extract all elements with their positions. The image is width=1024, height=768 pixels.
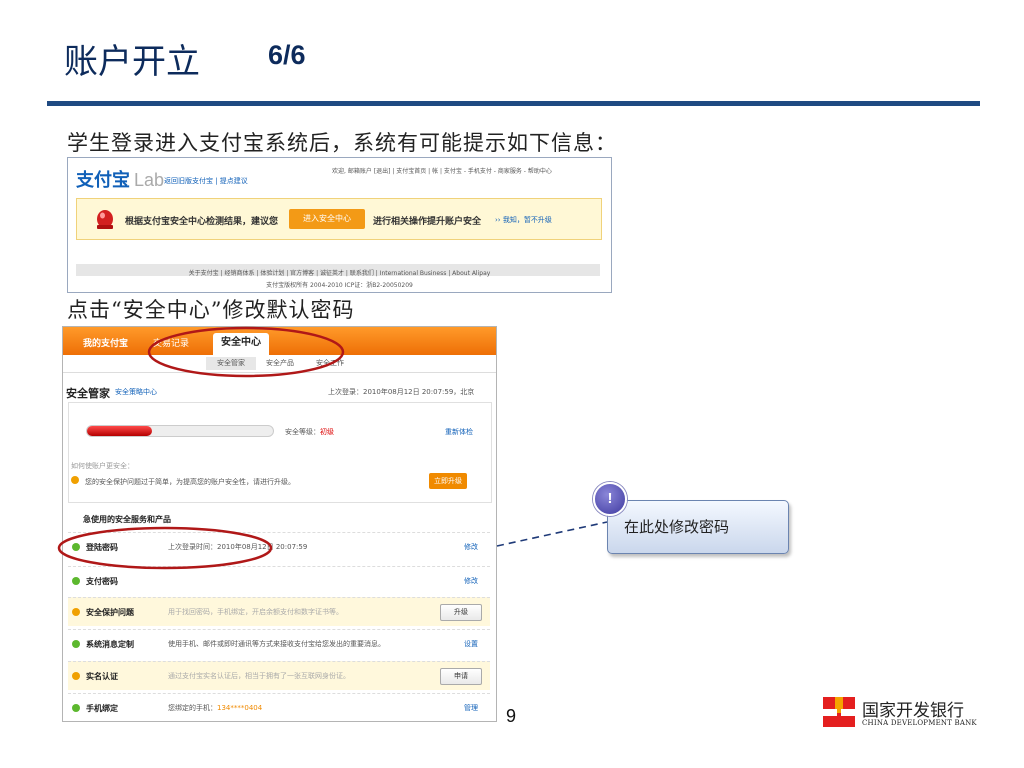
page-number: 9 (506, 706, 517, 726)
highlight-ellipse-security-tab (147, 326, 345, 378)
bank-logo-icon (823, 697, 855, 727)
callout-box: 在此处修改密码 (607, 500, 789, 554)
bank-name-chinese: 国家开发银行 (862, 701, 964, 721)
bank-name-english: CHINA DEVELOPMENT BANK (862, 719, 977, 727)
callout-text: 在此处修改密码 (624, 518, 730, 536)
exclamation-icon: ! (593, 482, 627, 516)
highlight-ellipse-login-password (57, 526, 273, 570)
annotation-layer (57, 326, 608, 570)
callout-connector-line (496, 521, 608, 547)
